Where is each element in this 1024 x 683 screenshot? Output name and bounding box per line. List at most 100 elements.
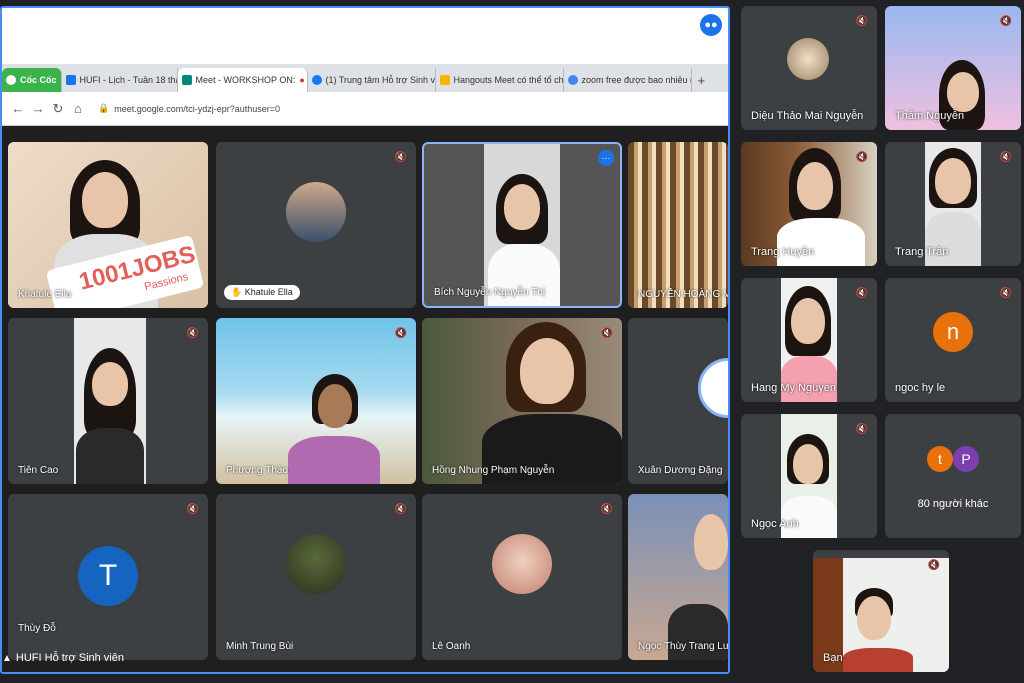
browser-tab-hufi[interactable]: HUFI - Lịch - Tuần 18 tháng ✕ <box>61 68 178 92</box>
home-icon[interactable]: ⌂ <box>68 101 88 116</box>
participant-name: ngoc hy le <box>895 382 946 394</box>
participant-tile[interactable]: 🔇 Trang Huyền <box>741 142 877 266</box>
participant-video <box>843 558 949 672</box>
browser-tab-coccoc[interactable]: Cốc Cốc <box>2 68 62 92</box>
participant-name: NGUYỄN HOÀNG MINH <box>638 289 728 300</box>
participant-name: Lê Oanh <box>432 641 471 652</box>
others-tile[interactable]: t P 80 người khác <box>885 414 1021 538</box>
recording-dot-icon: ● <box>299 75 305 85</box>
participant-name: Bích Nguyễn Nguyễn Thị <box>434 287 545 298</box>
reload-icon[interactable]: ↻ <box>48 101 68 117</box>
google-icon <box>567 75 578 85</box>
participant-initial-avatar: T <box>78 546 138 606</box>
participant-avatar <box>787 38 829 80</box>
facebook-icon <box>311 75 322 85</box>
new-tab-button[interactable]: + <box>692 68 712 92</box>
shared-participant-grid: 1001JOBS Passions Khatule Ella 🔇 ✋ Khatu… <box>2 128 728 672</box>
participant-name: Khatule Ella <box>244 287 293 297</box>
participant-tile[interactable]: 🔇 Trang Trần <box>885 142 1021 266</box>
participant-tile[interactable]: Xuân Dương Đặng <box>628 318 728 484</box>
participant-tile[interactable]: 🔇 Ngọc Anh <box>741 414 877 538</box>
participant-name: Thắm Nguyễn <box>895 110 965 122</box>
tab-label: Hangouts Meet có thể tổ ch <box>453 75 564 85</box>
participant-name: Hang My Nguyen <box>751 382 836 394</box>
participant-video <box>74 318 146 484</box>
presenter-caption: ▲ HUFI Hỗ trợ Sinh viên <box>2 652 124 664</box>
participant-tile[interactable]: 🔇 Minh Trung Bùi <box>216 494 416 660</box>
mic-off-icon: 🔇 <box>999 15 1013 27</box>
browser-tab-google[interactable]: zoom free được bao nhiêu n ✕ <box>563 68 692 92</box>
participant-initial-avatar: P <box>953 446 979 472</box>
mic-off-icon: 🔇 <box>855 423 869 435</box>
mic-off-icon: 🔇 <box>394 503 408 515</box>
mic-off-icon: 🔇 <box>186 327 200 339</box>
participant-name: Khatule Ella <box>18 289 72 300</box>
tab-label: (1) Trung tâm Hỗ trợ Sinh viê <box>325 75 436 85</box>
participant-tile[interactable]: 🔇 Hang My Nguyen <box>741 278 877 402</box>
participant-tile[interactable]: 🔇 n ngoc hy le <box>885 278 1021 402</box>
participant-name: Trang Huyền <box>751 246 815 258</box>
participant-tile[interactable]: 🔇 Tiên Cao <box>8 318 208 484</box>
presenter-name: HUFI Hỗ trợ Sinh viên <box>15 652 124 664</box>
participant-name: Xuân Dương Đặng <box>638 465 723 476</box>
participant-video <box>422 318 622 484</box>
others-count-label: 80 người khác <box>917 498 989 510</box>
self-tile[interactable]: 🔇 Bạn <box>813 550 949 672</box>
presentation-blank-area: ●● <box>2 8 728 64</box>
speaking-indicator-icon: ●● <box>700 14 722 36</box>
meet-window: ●● Cốc Cốc HUFI - Lịch - Tuần 18 tháng ✕… <box>0 0 1024 683</box>
back-icon[interactable]: ← <box>8 101 28 116</box>
participant-tile[interactable]: NGUYỄN HOÀNG MINH <box>628 142 728 308</box>
participant-tile[interactable]: Ngọc Thùy Trang Lưu <box>628 494 728 660</box>
mic-off-icon: 🔇 <box>394 327 408 339</box>
browser-tab-facebook[interactable]: (1) Trung tâm Hỗ trợ Sinh viê ✕ <box>307 68 436 92</box>
presentation-tile[interactable]: ●● Cốc Cốc HUFI - Lịch - Tuần 18 tháng ✕… <box>0 6 730 674</box>
participant-tile[interactable]: 🔇 Hồng Nhung Phạm Nguyễn <box>422 318 622 484</box>
calendar-icon <box>65 75 76 85</box>
lock-icon: 🔒 <box>98 103 110 113</box>
participant-name: Ngọc Thùy Trang Lưu <box>638 641 728 652</box>
initial-letter: T <box>98 559 118 592</box>
meet-icon <box>181 75 192 85</box>
participant-video <box>216 318 416 484</box>
participant-name: Ngọc Anh <box>751 518 799 530</box>
browser-tab-meet[interactable]: Meet - WORKSHOP ON: ● ✕ <box>177 68 308 92</box>
participant-tile[interactable]: 🔇 Lê Oanh <box>422 494 622 660</box>
participant-name: Trang Trần <box>895 246 949 258</box>
participant-name: Hồng Nhung Phạm Nguyễn <box>432 465 555 476</box>
participant-tile[interactable]: 🔇 Thắm Nguyễn <box>885 6 1021 130</box>
participant-name: Tiên Cao <box>18 465 59 476</box>
url-field[interactable]: 🔒 meet.google.com/tci-ydzj-epr?authuser=… <box>98 103 280 114</box>
initial-letter: n <box>946 319 960 344</box>
mic-off-icon: 🔇 <box>855 287 869 299</box>
participant-avatar <box>286 182 346 242</box>
participant-tile[interactable]: 🔇 Phương Thảo <box>216 318 416 484</box>
address-bar[interactable]: ← → ↻ ⌂ 🔒 meet.google.com/tci-ydzj-epr?a… <box>2 92 728 126</box>
mic-off-icon: 🔇 <box>999 151 1013 163</box>
presenting-icon: ▲ <box>2 652 12 664</box>
mic-off-icon: 🔇 <box>600 503 614 515</box>
participant-tile[interactable]: 🔇 T Thùy Đỗ <box>8 494 208 660</box>
tab-label: Cốc Cốc <box>20 75 57 85</box>
forward-icon[interactable]: → <box>28 101 48 116</box>
participant-initial-avatar: t <box>927 446 953 472</box>
mic-off-icon: 🔇 <box>855 151 869 163</box>
participant-name: Thùy Đỗ <box>18 623 56 634</box>
more-options-icon[interactable]: ⋯ <box>598 150 614 166</box>
participant-avatar <box>698 358 728 418</box>
mic-off-icon: 🔇 <box>999 287 1013 299</box>
coccoc-icon <box>6 75 16 85</box>
initial-letter: t <box>938 451 942 467</box>
participant-tile-pinned[interactable]: ⋯ Bích Nguyễn Nguyễn Thị <box>422 142 622 308</box>
browser-tab-hangouts[interactable]: Hangouts Meet có thể tổ ch ✕ <box>435 68 564 92</box>
participant-tile[interactable]: 🔇 ✋ Khatule Ella <box>216 142 416 308</box>
hand-icon: ✋ <box>231 287 245 297</box>
mic-off-icon: 🔇 <box>855 15 869 27</box>
participant-name: Bạn <box>823 652 843 664</box>
participant-tile[interactable]: 🔇 Diệu Thảo Mai Nguyễn <box>741 6 877 130</box>
participant-initial-avatar: n <box>933 312 973 352</box>
participant-video <box>628 494 728 660</box>
participant-video <box>484 144 560 306</box>
participant-tile[interactable]: 1001JOBS Passions Khatule Ella <box>8 142 208 308</box>
browser-tab-bar: Cốc Cốc HUFI - Lịch - Tuần 18 tháng ✕ Me… <box>2 64 728 92</box>
